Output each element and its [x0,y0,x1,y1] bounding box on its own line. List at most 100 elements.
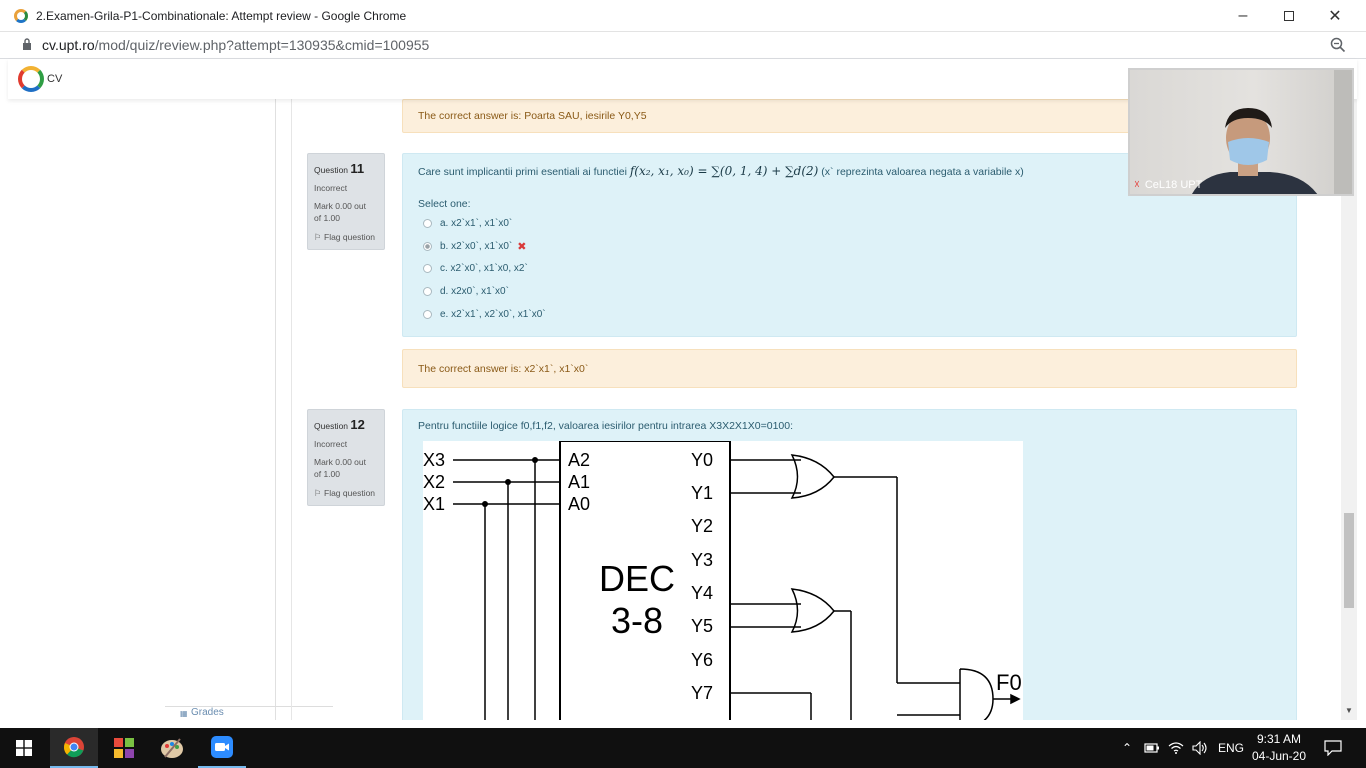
url-text[interactable]: cv.upt.ro/mod/quiz/review.php?attempt=13… [42,37,429,53]
tray-chevron-icon[interactable]: ⌃ [1122,728,1132,768]
question-11-number: Question 11 [314,161,378,176]
scroll-down-arrow-icon[interactable]: ▼ [1341,706,1357,720]
decoder-title-2: 3-8 [611,600,664,641]
question-label: Question [314,165,349,175]
grades-label: Grades [191,707,224,718]
address-bar[interactable]: cv.upt.ro/mod/quiz/review.php?attempt=13… [0,32,1366,59]
circuit-diagram: X3 X2 X1 A2 A1 A0 Y0 Y1 Y2 Y3 Y4 Y5 Y6 Y… [423,441,1023,720]
feedback-q11-text: The correct answer is: x2`x1`, x1`x0` [418,362,589,375]
flag-label: Flag question [324,488,376,498]
participant-name: CeL18 UPT [1144,178,1203,191]
option-c-label: c. x2`x0`, x1`x0, x2` [440,263,528,274]
question-12-mark-2: of 1.00 [314,469,340,479]
question-11-state: Incorrect [314,183,348,193]
decoder-a0-label: A0 [568,494,591,514]
video-thumbnail[interactable]: ☓ CeL18 UPT [1128,68,1354,196]
chrome-icon [14,8,28,23]
q11-text-after: (x` reprezinta valoarea negata a variabi… [821,166,1024,178]
taskbar: ⌃ ENG 9:31 AM 04-Jun-20 [0,728,1366,768]
input-x2-label: X2 [423,472,446,492]
incorrect-icon: ✖ [517,241,527,253]
url-host: cv.upt.ro [42,37,95,53]
question-11-info: Question 11 Incorrect Mark 0.00 out of 1… [307,153,385,250]
url-path: /mod/quiz/review.php?attempt=130935&cmid… [94,37,430,53]
question-12-info: Question 12 Incorrect Mark 0.00 out of 1… [307,409,385,506]
window-title: 2.Examen-Grila-P1-Combinationale: Attemp… [36,8,407,23]
site-name[interactable]: CV [47,73,62,85]
select-one-label: Select one: [418,198,471,210]
browser-titlebar: 2.Examen-Grila-P1-Combinationale: Attemp… [0,0,1366,32]
close-button[interactable]: ✕ [1312,0,1358,32]
option-b-label: b. x2`x0`, x1`x0` [440,241,513,252]
input-x1-label: X1 [423,494,446,514]
scroll-thumb[interactable] [1344,513,1354,608]
notifications-icon[interactable] [1324,728,1342,768]
flag-label: Flag question [324,232,376,242]
app-grid-icon[interactable] [100,728,148,768]
wifi-icon[interactable] [1168,728,1184,768]
decoder-a1-label: A1 [568,472,591,492]
site-logo-icon[interactable] [18,66,44,92]
battery-icon[interactable] [1144,728,1160,768]
grades-icon: ▦ [180,709,188,718]
decoder-y4-label: Y4 [691,583,714,603]
paint-icon[interactable] [148,728,196,768]
nav-drawer [8,99,276,720]
system-clock[interactable]: 9:31 AM 04-Jun-20 [1250,731,1308,765]
question-12-state: Incorrect [314,439,348,449]
feedback-q10-text: The correct answer is: Poarta SAU, iesir… [418,110,647,122]
question-11-mark-2: of 1.00 [314,213,340,223]
input-x3-label: X3 [423,450,446,470]
decoder-y2-label: Y2 [691,516,714,536]
question-12-formulation: Pentru functiile logice f0,f1,f2, valoar… [402,409,1297,720]
participant-label: ☓ CeL18 UPT [1134,178,1203,192]
maximize-button[interactable] [1266,0,1312,32]
decoder-y7-label: Y7 [691,683,714,703]
decoder-y6-label: Y6 [691,650,714,670]
question-11-text: Care sunt implicantii primi esentiali ai… [418,164,1024,178]
flag-icon: ⚐ [314,232,322,242]
start-icon[interactable] [0,728,48,768]
radio-c[interactable] [423,264,432,273]
option-e[interactable]: e. x2`x1`, x2`x0`, x1`x0` [423,309,546,320]
option-d-label: d. x2x0`, x1`x0` [440,286,509,297]
zoom-icon[interactable] [1330,37,1346,53]
decoder-y0-label: Y0 [691,450,714,470]
q11-text-before: Care sunt implicantii primi esentiali ai… [418,166,627,178]
question-12-flag[interactable]: ⚐ Flag question [314,488,378,499]
q11-formula: f(x₂, x₁, x₀) = ∑(0, 1, 4) + ∑d(2) [629,164,819,178]
option-a[interactable]: a. x2`x1`, x1`x0` [423,218,512,229]
flag-icon: ⚐ [314,488,322,498]
feedback-q11: The correct answer is: x2`x1`, x1`x0` [402,349,1297,388]
radio-a[interactable] [423,219,432,228]
option-c[interactable]: c. x2`x0`, x1`x0, x2` [423,263,528,274]
option-d[interactable]: d. x2x0`, x1`x0` [423,286,509,297]
radio-e[interactable] [423,310,432,319]
minimize-button[interactable]: – [1220,0,1266,32]
decoder-y3-label: Y3 [691,550,714,570]
option-b[interactable]: b. x2`x0`, x1`x0` ✖ [423,240,526,253]
option-a-label: a. x2`x1`, x1`x0` [440,218,513,229]
volume-icon[interactable] [1192,728,1208,768]
radio-d[interactable] [423,287,432,296]
decoder-y1-label: Y1 [691,483,714,503]
clock-time: 9:31 AM [1256,732,1302,746]
question-11-mark-1: Mark 0.00 out [314,201,366,211]
clock-date: 04-Jun-20 [1251,749,1307,763]
question-number: 11 [350,161,365,176]
nav-grades-link[interactable]: ▦ Grades [165,706,333,720]
option-e-label: e. x2`x1`, x2`x0`, x1`x0` [440,309,546,320]
question-11-flag[interactable]: ⚐ Flag question [314,232,378,243]
decoder-a2-label: A2 [568,450,591,470]
language-indicator[interactable]: ENG [1218,728,1244,768]
question-12-mark-1: Mark 0.00 out [314,457,366,467]
chrome-taskbar-icon[interactable] [50,728,98,768]
zoom-app-icon[interactable] [198,728,246,768]
radio-b[interactable] [423,242,432,251]
content-divider [291,99,292,720]
mic-muted-icon: ☓ [1134,179,1140,191]
question-label: Question [314,421,349,431]
question-number: 12 [350,417,365,432]
lock-icon [22,37,32,53]
decoder-title-1: DEC [599,558,676,599]
